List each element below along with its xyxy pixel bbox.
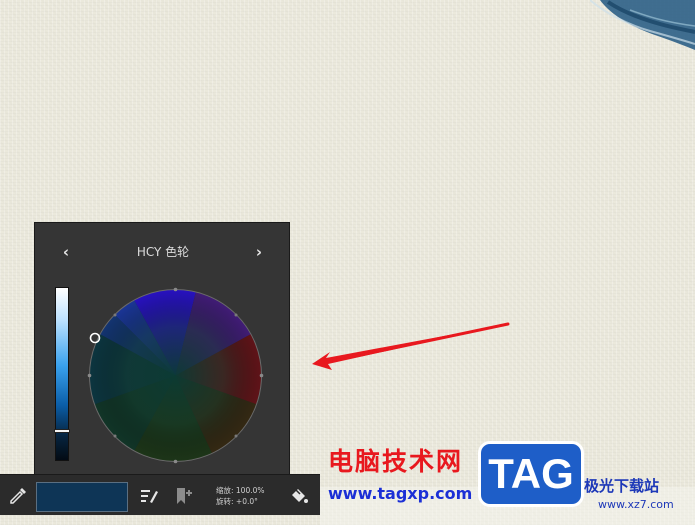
next-selector-chevron-right-icon[interactable]: ›: [248, 241, 270, 263]
panel-title: HCY 色轮: [136, 245, 190, 259]
watermark-title: 电脑技术网: [328, 447, 464, 476]
watermark-site-url: www.xz7.com: [598, 498, 674, 511]
luminance-slider-handle[interactable]: [54, 429, 70, 433]
zoom-rotation-info: 缩放: 100.0% 旋转: +0.0°: [216, 485, 276, 507]
watermark-url: www.tagxp.com: [328, 484, 473, 503]
eyedropper-icon[interactable]: [7, 485, 29, 507]
hcy-color-wheel[interactable]: [87, 287, 264, 464]
bottom-toolbar: 缩放: 100.0% 旋转: +0.0°: [0, 474, 320, 515]
zoom-level-text: 缩放: 100.0%: [216, 486, 265, 495]
panel-header: ‹ HCY 色轮 ›: [35, 241, 289, 263]
paint-bucket-icon[interactable]: [287, 485, 309, 507]
current-color-swatch[interactable]: [36, 482, 128, 512]
hcy-color-wheel-panel: ‹ HCY 色轮 ›: [34, 222, 290, 482]
watermark-tag-logo: TAG: [478, 441, 584, 507]
previous-selector-chevron-left-icon[interactable]: ‹: [55, 241, 77, 263]
luminance-slider[interactable]: [54, 287, 70, 461]
watermark-site-name: 极光下载站: [584, 477, 660, 495]
paint-stroke: [590, 0, 695, 50]
rotation-text: 旋转: +0.0°: [216, 497, 258, 506]
brush-edit-icon[interactable]: [138, 485, 160, 507]
bookmark-add-icon[interactable]: [172, 485, 194, 507]
